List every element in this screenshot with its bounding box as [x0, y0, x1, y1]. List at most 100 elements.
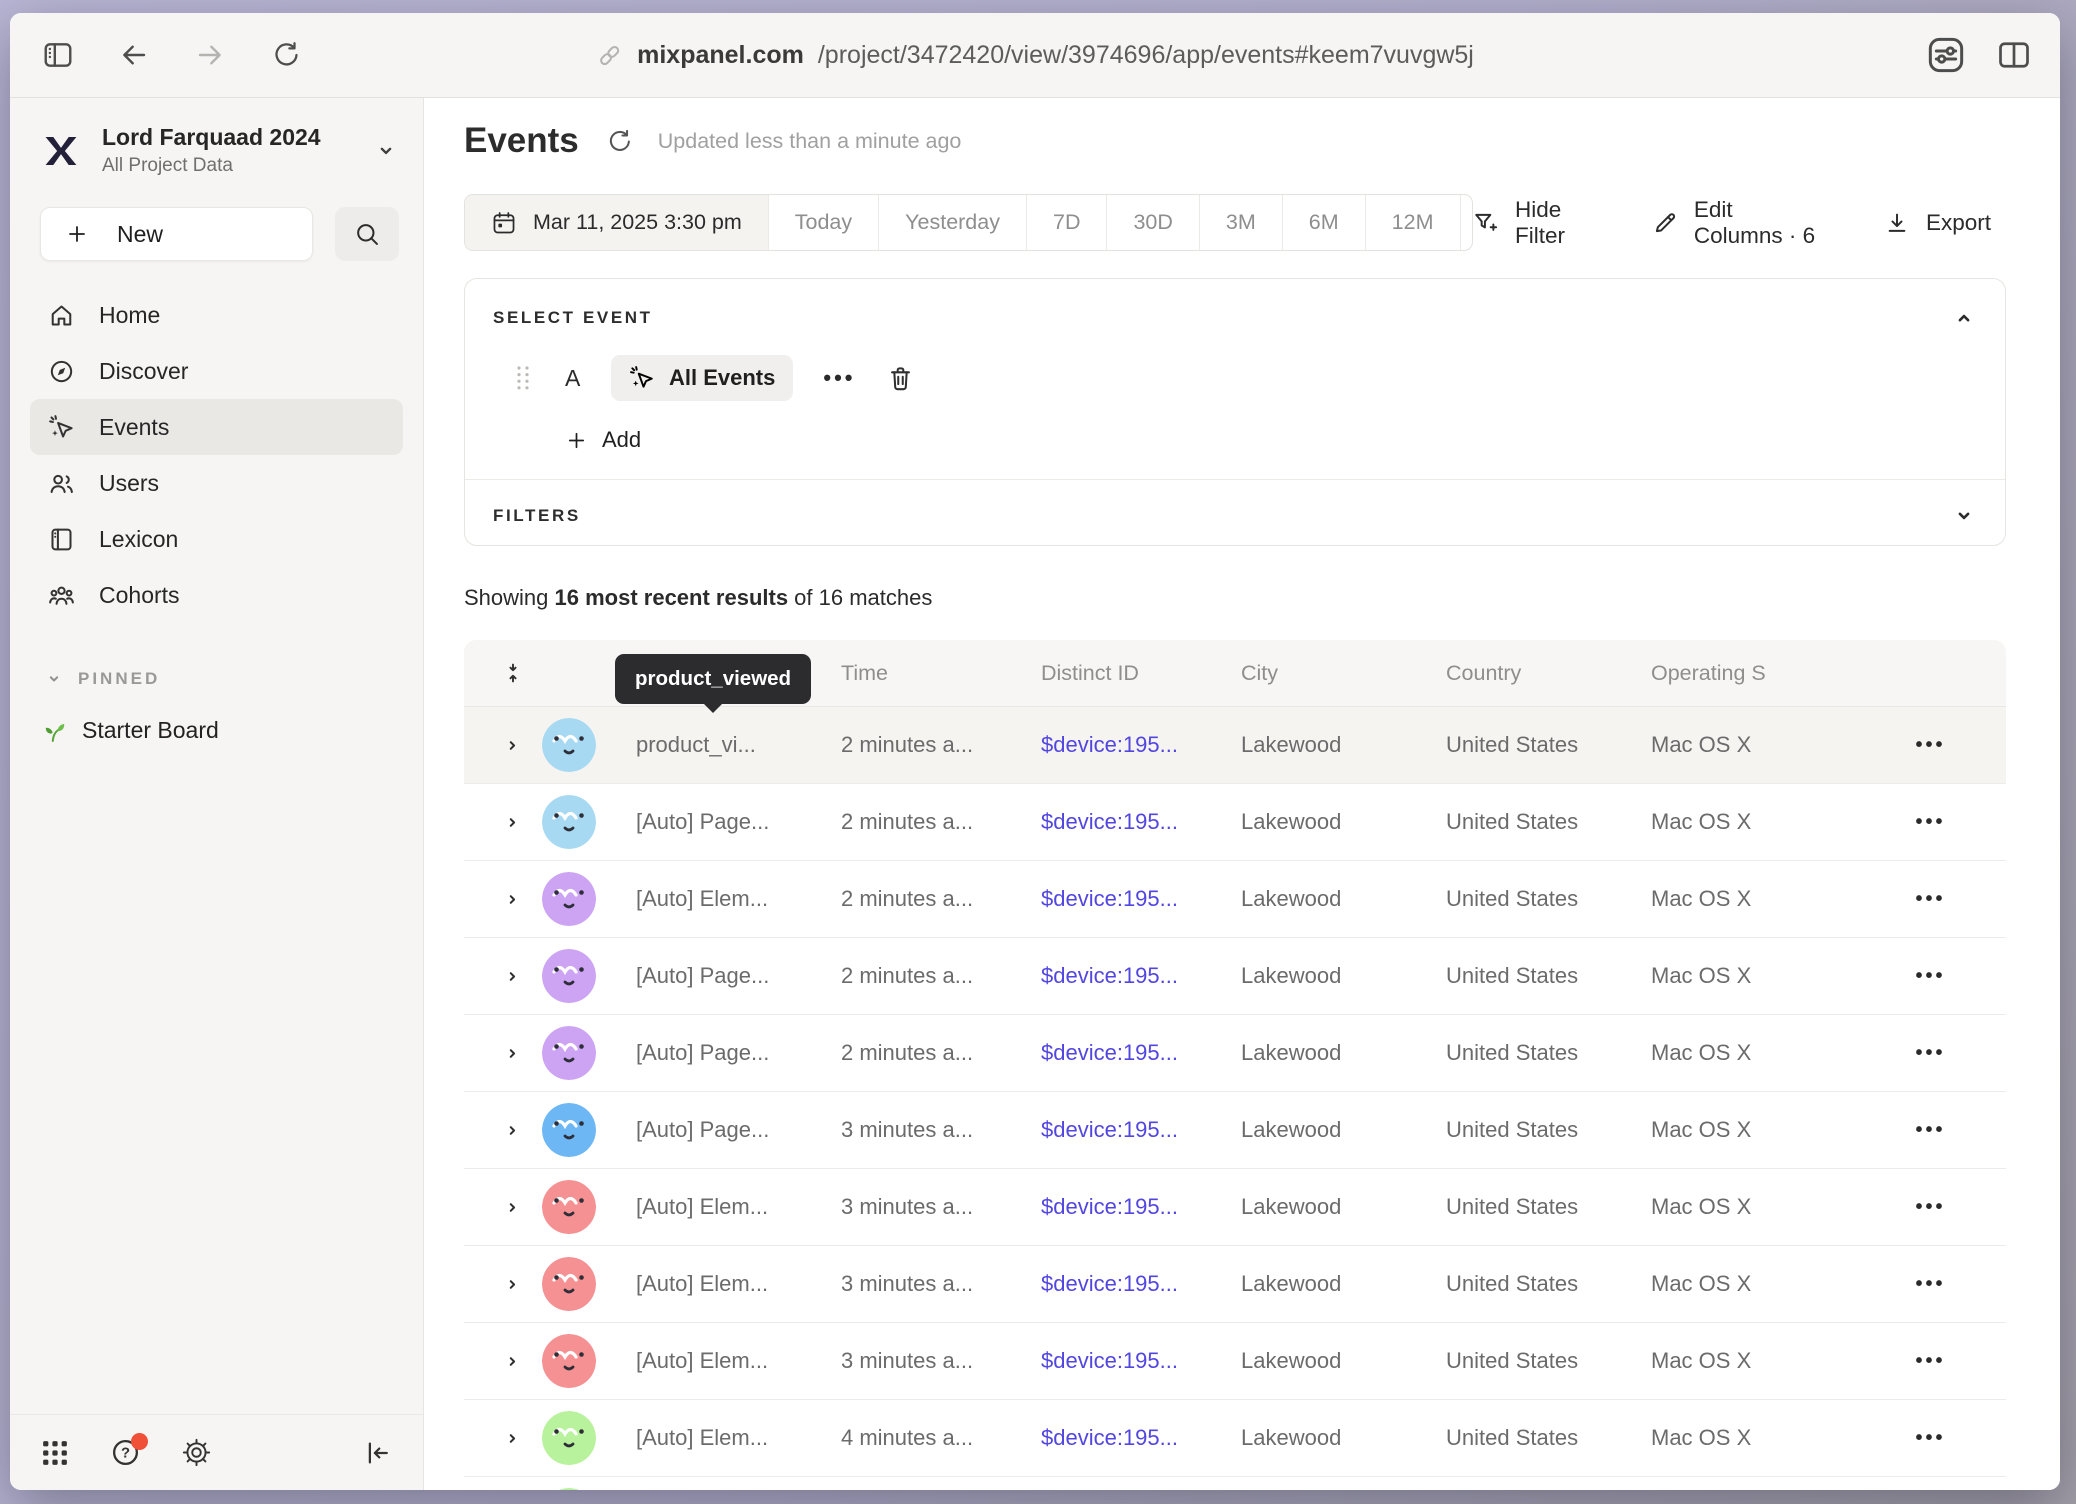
row-menu-icon[interactable]: ••• — [1915, 1042, 1945, 1065]
expand-row-icon[interactable] — [502, 1274, 528, 1295]
pinned-section-header[interactable]: PINNED — [44, 669, 423, 689]
row-menu-icon[interactable]: ••• — [1915, 1119, 1945, 1142]
range-30d[interactable]: 30D — [1106, 195, 1198, 250]
cell-event-name[interactable]: [Auto] Elem... — [620, 886, 825, 912]
row-menu-icon[interactable]: ••• — [1915, 1273, 1945, 1296]
cell-distinct-id[interactable]: $device:195... — [1025, 1040, 1225, 1066]
column-header-city[interactable]: City — [1225, 661, 1430, 686]
cell-city: Lakewood — [1225, 1194, 1430, 1220]
cell-distinct-id[interactable]: $device:195... — [1025, 1194, 1225, 1220]
collapse-section-icon[interactable] — [1951, 305, 1977, 331]
expand-row-icon[interactable] — [502, 1197, 528, 1218]
column-header-country[interactable]: Country — [1430, 661, 1635, 686]
row-menu-icon[interactable]: ••• — [1915, 1196, 1945, 1219]
new-button[interactable]: New — [40, 207, 313, 261]
range-today[interactable]: Today — [768, 195, 878, 250]
gear-icon[interactable] — [181, 1437, 212, 1468]
column-header-time[interactable]: Time — [825, 661, 1025, 686]
event-select-chip[interactable]: All Events — [611, 355, 793, 401]
sidebar-item-lexicon[interactable]: Lexicon — [30, 511, 403, 567]
cell-event-name[interactable]: [Auto] Elem... — [620, 1348, 825, 1374]
cell-distinct-id[interactable]: $device:195... — [1025, 1425, 1225, 1451]
add-event-button[interactable]: Add — [565, 427, 2005, 453]
row-menu-icon[interactable]: ••• — [1915, 965, 1945, 988]
expand-row-icon[interactable] — [502, 1120, 528, 1141]
url-host: mixpanel.com — [637, 41, 804, 70]
url-bar[interactable]: mixpanel.com/project/3472420/view/397469… — [596, 41, 1474, 70]
collapse-sidebar-icon[interactable] — [363, 1438, 393, 1468]
sidebar-item-home[interactable]: Home — [30, 287, 403, 343]
sidebar-item-cohorts[interactable]: Cohorts — [30, 567, 403, 623]
collapse-all-rows-icon[interactable] — [502, 662, 528, 684]
sidebar-item-users[interactable]: Users — [30, 455, 403, 511]
row-menu-icon[interactable]: ••• — [1915, 811, 1945, 834]
cell-event-name[interactable]: [Auto] Elem... — [620, 1425, 825, 1451]
cell-event-name[interactable]: product_vi... — [620, 732, 825, 758]
range-6m[interactable]: 6M — [1282, 195, 1365, 250]
row-menu-icon[interactable]: ••• — [1915, 734, 1945, 757]
project-switcher[interactable]: Lord Farquaad 2024 All Project Data — [10, 98, 423, 177]
export-button[interactable]: Export — [1884, 210, 1991, 236]
cell-distinct-id[interactable]: $device:195... — [1025, 1117, 1225, 1143]
plus-icon — [65, 222, 89, 246]
trash-icon[interactable] — [887, 365, 914, 392]
table-row: [Auto] Elem... 3 minutes a... $device:19… — [464, 1323, 2006, 1400]
range-12m[interactable]: 12M — [1365, 195, 1460, 250]
reload-icon[interactable] — [270, 40, 300, 70]
browser-chrome: mixpanel.com/project/3472420/view/397469… — [10, 13, 2060, 98]
browser-sidebar-toggle-icon[interactable] — [42, 39, 74, 71]
cell-distinct-id[interactable]: $device:195... — [1025, 886, 1225, 912]
range-3m[interactable]: 3M — [1199, 195, 1282, 250]
cell-distinct-id[interactable]: $device:195... — [1025, 1348, 1225, 1374]
expand-row-icon[interactable] — [502, 889, 528, 910]
sidebar-item-discover[interactable]: Discover — [30, 343, 403, 399]
date-picker[interactable]: Mar 11, 2025 3:30 pm — [465, 195, 768, 250]
event-row-letter: A — [565, 365, 611, 392]
back-icon[interactable] — [118, 39, 150, 71]
drag-handle-icon[interactable] — [511, 364, 535, 392]
cell-city: Lakewood — [1225, 1348, 1430, 1374]
cell-distinct-id[interactable]: $device:195... — [1025, 732, 1225, 758]
apps-grid-icon[interactable] — [40, 1438, 70, 1468]
column-header-os[interactable]: Operating S — [1635, 661, 1855, 686]
cell-distinct-id[interactable]: $device:195... — [1025, 1271, 1225, 1297]
range-yesterday[interactable]: Yesterday — [878, 195, 1026, 250]
cell-event-name[interactable]: [Auto] Elem... — [620, 1271, 825, 1297]
search-button[interactable] — [335, 207, 399, 261]
row-menu-icon[interactable]: ••• — [1915, 1350, 1945, 1373]
expand-row-icon[interactable] — [502, 966, 528, 987]
book-icon — [48, 526, 75, 553]
cell-event-name[interactable]: [Auto] Page... — [620, 1040, 825, 1066]
sidebar-item-label: Cohorts — [99, 582, 180, 609]
expand-row-icon[interactable] — [502, 735, 528, 756]
cell-event-name[interactable]: [Auto] Page... — [620, 1117, 825, 1143]
expand-row-icon[interactable] — [502, 1351, 528, 1372]
row-menu-icon[interactable]: ••• — [1915, 1427, 1945, 1450]
sidebar-item-starter-board[interactable]: Starter Board — [40, 717, 423, 744]
sidebar-item-label: Lexicon — [99, 526, 178, 553]
expand-filters-icon[interactable] — [1951, 503, 1977, 529]
forward-icon[interactable] — [194, 39, 226, 71]
event-row-menu-icon[interactable]: ••• — [823, 365, 855, 391]
split-view-icon[interactable] — [1996, 37, 2032, 73]
cell-event-name[interactable]: [Auto] Page... — [620, 963, 825, 989]
edit-columns-button[interactable]: Edit Columns · 6 — [1652, 197, 1826, 249]
refresh-icon[interactable] — [605, 128, 632, 155]
expand-row-icon[interactable] — [502, 812, 528, 833]
pinned-label: PINNED — [78, 669, 160, 689]
help-button[interactable] — [110, 1437, 141, 1468]
range-7d[interactable]: 7D — [1026, 195, 1106, 250]
event-avatar — [542, 1257, 596, 1311]
cell-event-name[interactable]: [Auto] Page... — [620, 809, 825, 835]
hide-filter-button[interactable]: Hide Filter — [1473, 197, 1594, 249]
expand-row-icon[interactable] — [502, 1428, 528, 1449]
expand-row-icon[interactable] — [502, 1043, 528, 1064]
page-settings-icon[interactable] — [1926, 35, 1966, 75]
row-menu-icon[interactable]: ••• — [1915, 888, 1945, 911]
sidebar-item-events[interactable]: Events — [30, 399, 403, 455]
column-header-distinct-id[interactable]: Distinct ID — [1025, 661, 1225, 686]
cell-distinct-id[interactable]: $device:195... — [1025, 963, 1225, 989]
cell-distinct-id[interactable]: $device:195... — [1025, 809, 1225, 835]
range-xtd[interactable]: XTD — [1460, 195, 1474, 250]
cell-event-name[interactable]: [Auto] Elem... — [620, 1194, 825, 1220]
